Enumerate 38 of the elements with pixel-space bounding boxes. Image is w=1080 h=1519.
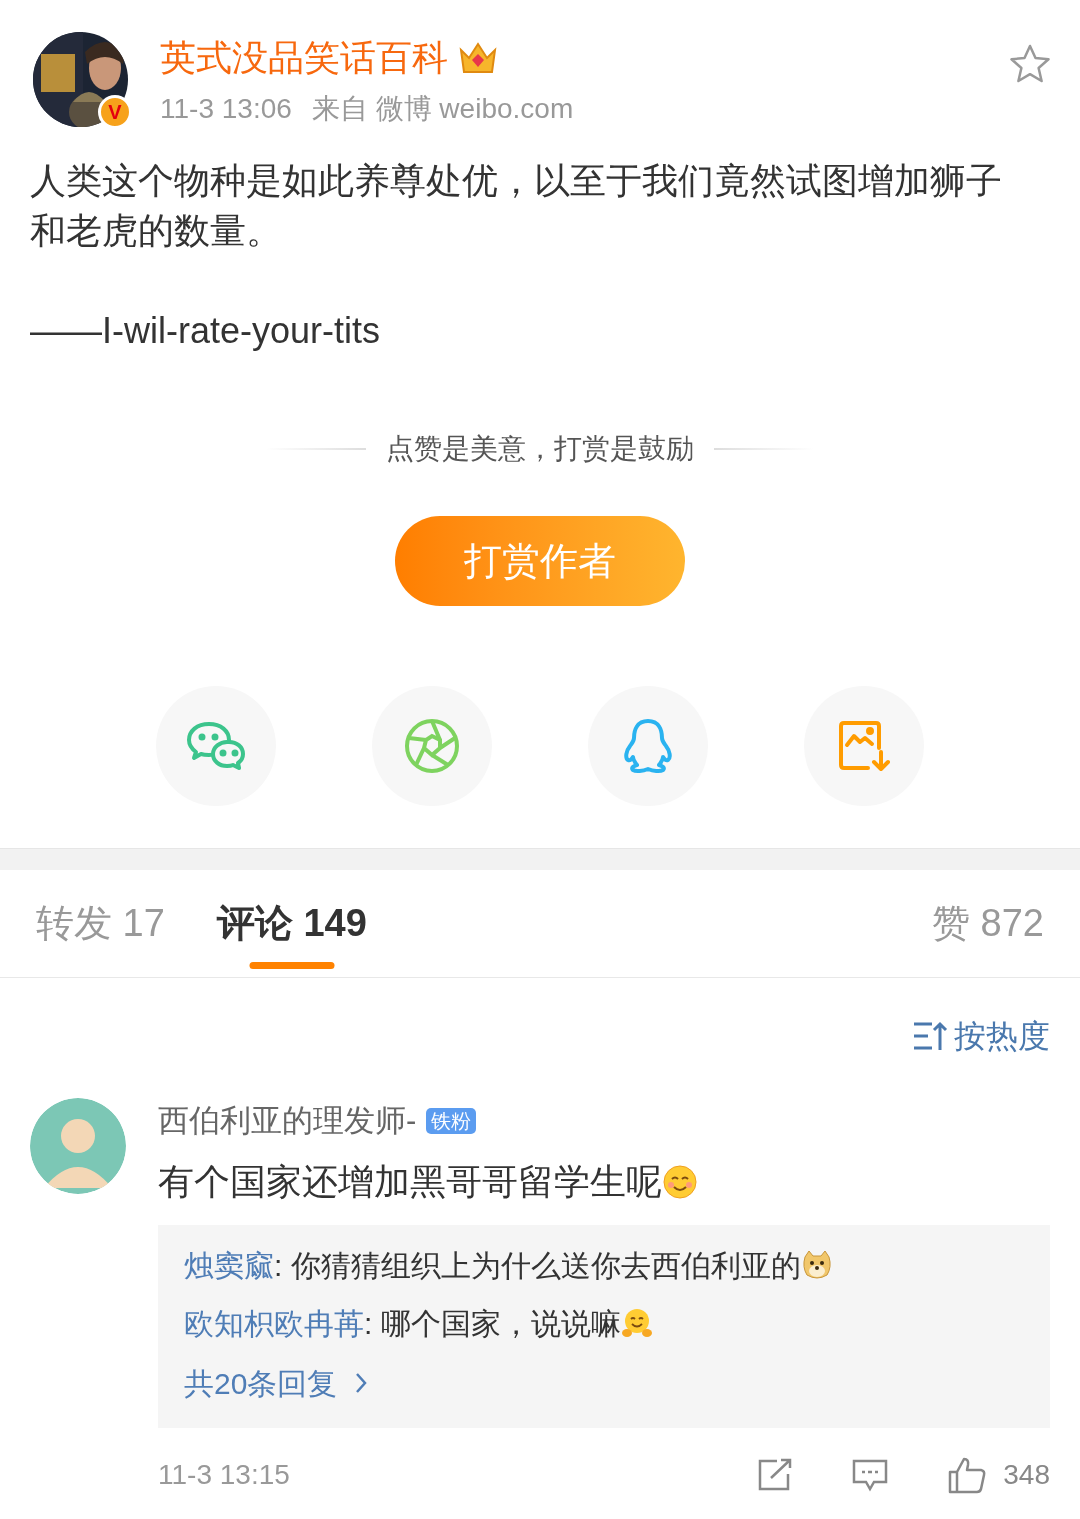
penguin-icon: [623, 718, 673, 774]
reply-button[interactable]: [851, 1457, 890, 1492]
like-button[interactable]: 348: [947, 1453, 1050, 1496]
post-text: 人类这个物种是如此养尊处优，以至于我们竟然试图增加狮子和老虎的数量。: [30, 159, 1003, 253]
comment-text: 有个国家还增加黑哥哥留学生呢: [158, 1154, 1050, 1209]
tab[interactable]: 赞 872: [932, 870, 1044, 977]
post-source: 来自 微博 weibo.com: [311, 92, 574, 126]
star-icon: [1009, 44, 1051, 84]
chat-bubbles-icon: [185, 720, 247, 772]
verified-badge: V: [98, 95, 132, 129]
dog-emoji-icon: [800, 1248, 833, 1281]
chevron-right-icon: [355, 1372, 368, 1394]
sort-button[interactable]: 按热度: [912, 1012, 1050, 1060]
sort-icon: [912, 1020, 948, 1052]
smiley-emoji-icon: [662, 1163, 698, 1200]
reward-caption: 点赞是美意，打赏是鼓励: [386, 432, 694, 466]
tab[interactable]: 转发 17: [36, 870, 165, 977]
reply-user-link[interactable]: 烛窦窳: [184, 1248, 274, 1282]
crown-icon: [458, 40, 498, 76]
aperture-icon: [404, 718, 460, 774]
comment-icon: [851, 1457, 890, 1492]
author-name[interactable]: 英式没品笑话百科: [160, 40, 448, 76]
reply-text: : 你猜猜组织上为什么送你去西伯利亚的: [274, 1248, 801, 1282]
share-out-icon: [757, 1457, 794, 1492]
tab[interactable]: 评论 149: [216, 870, 367, 977]
more-replies-link[interactable]: 共20条回复: [184, 1360, 368, 1406]
repost-button[interactable]: [757, 1457, 794, 1492]
comment-time: 11-3 13:15: [158, 1457, 290, 1492]
commenter-name[interactable]: 西伯利亚的理发师-: [158, 1098, 417, 1145]
image-download-icon: [838, 720, 890, 772]
reward-button[interactable]: 打赏作者: [395, 516, 685, 606]
reply-user-link[interactable]: 欧知枳欧冉苒: [184, 1306, 364, 1340]
post-text: ——I-wil-rate-your-tits: [30, 309, 381, 353]
thumbs-up-icon: [947, 1455, 988, 1494]
hugging-emoji-icon: [620, 1306, 653, 1339]
fan-badge: 铁粉: [426, 1108, 477, 1135]
post-time: 11-3 13:06: [160, 92, 292, 126]
reply-text: : 哪个国家，说说嘛: [364, 1306, 621, 1340]
